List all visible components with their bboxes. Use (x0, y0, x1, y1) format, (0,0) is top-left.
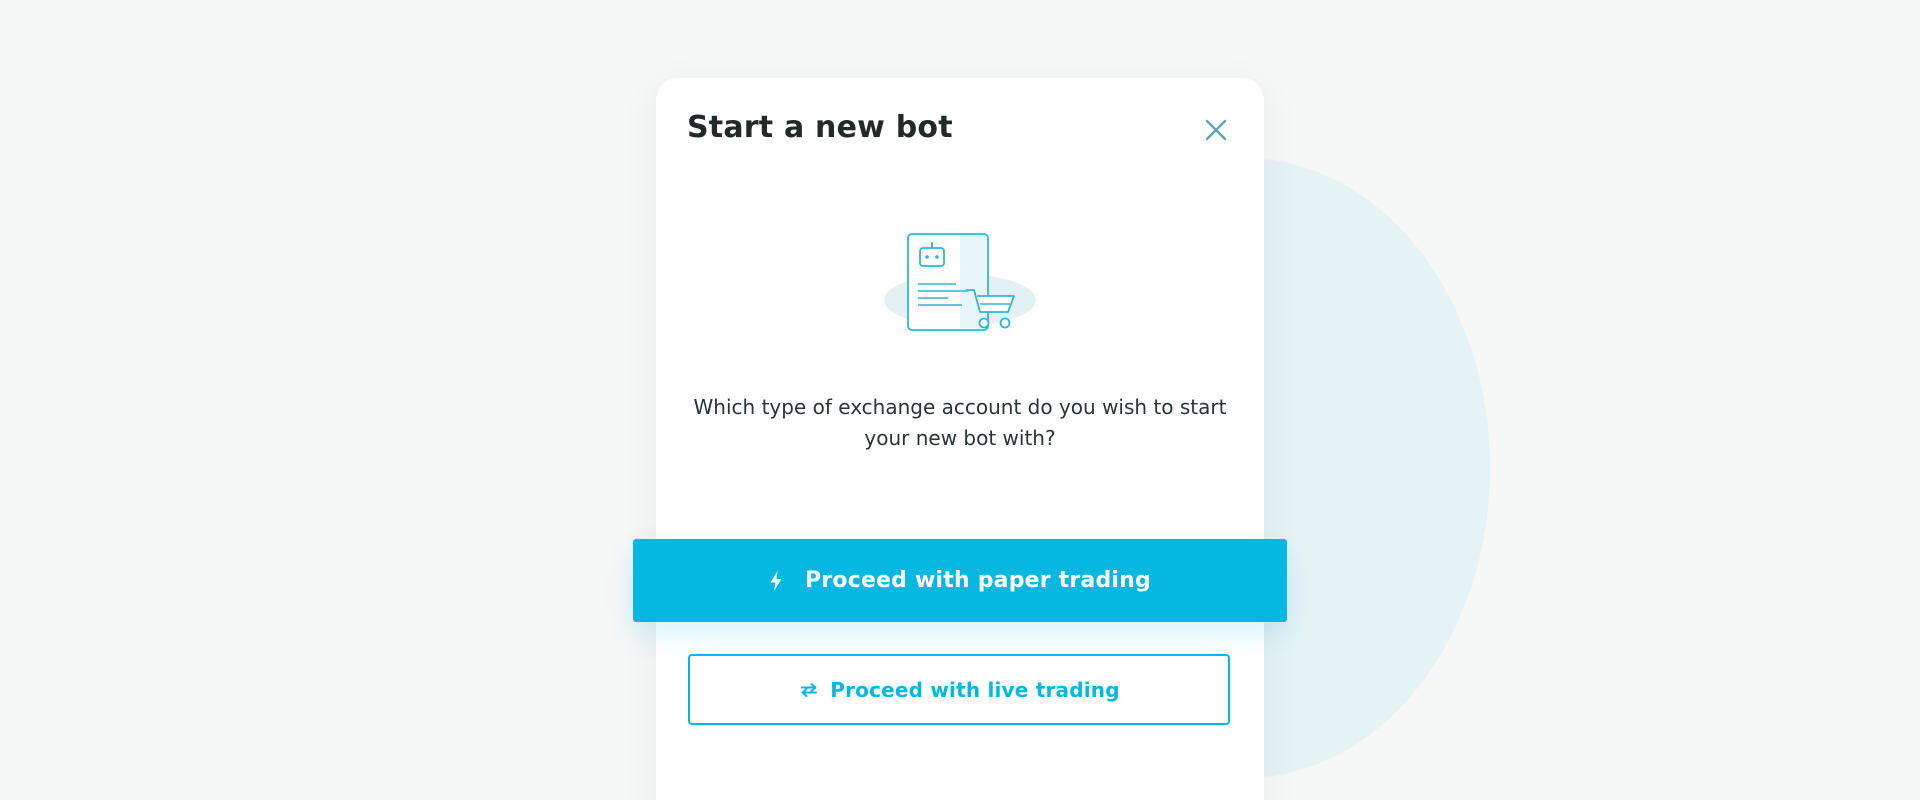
close-icon (1205, 119, 1227, 141)
live-trading-button[interactable]: Proceed with live trading (688, 654, 1230, 725)
paper-trading-button[interactable]: Proceed with paper trading (633, 539, 1287, 622)
page-stage: Start a new bot Which type of exchange a… (0, 0, 1920, 800)
live-trading-label: Proceed with live trading (830, 677, 1120, 702)
close-button[interactable] (1202, 116, 1230, 144)
bot-shopping-cart-illustration (880, 228, 1040, 338)
lightning-bolt-icon (769, 570, 783, 592)
modal-title: Start a new bot (687, 110, 953, 145)
paper-trading-label: Proceed with paper trading (805, 568, 1151, 593)
exchange-arrows-icon (798, 681, 820, 699)
account-type-question: Which type of exchange account do you wi… (693, 395, 1227, 450)
